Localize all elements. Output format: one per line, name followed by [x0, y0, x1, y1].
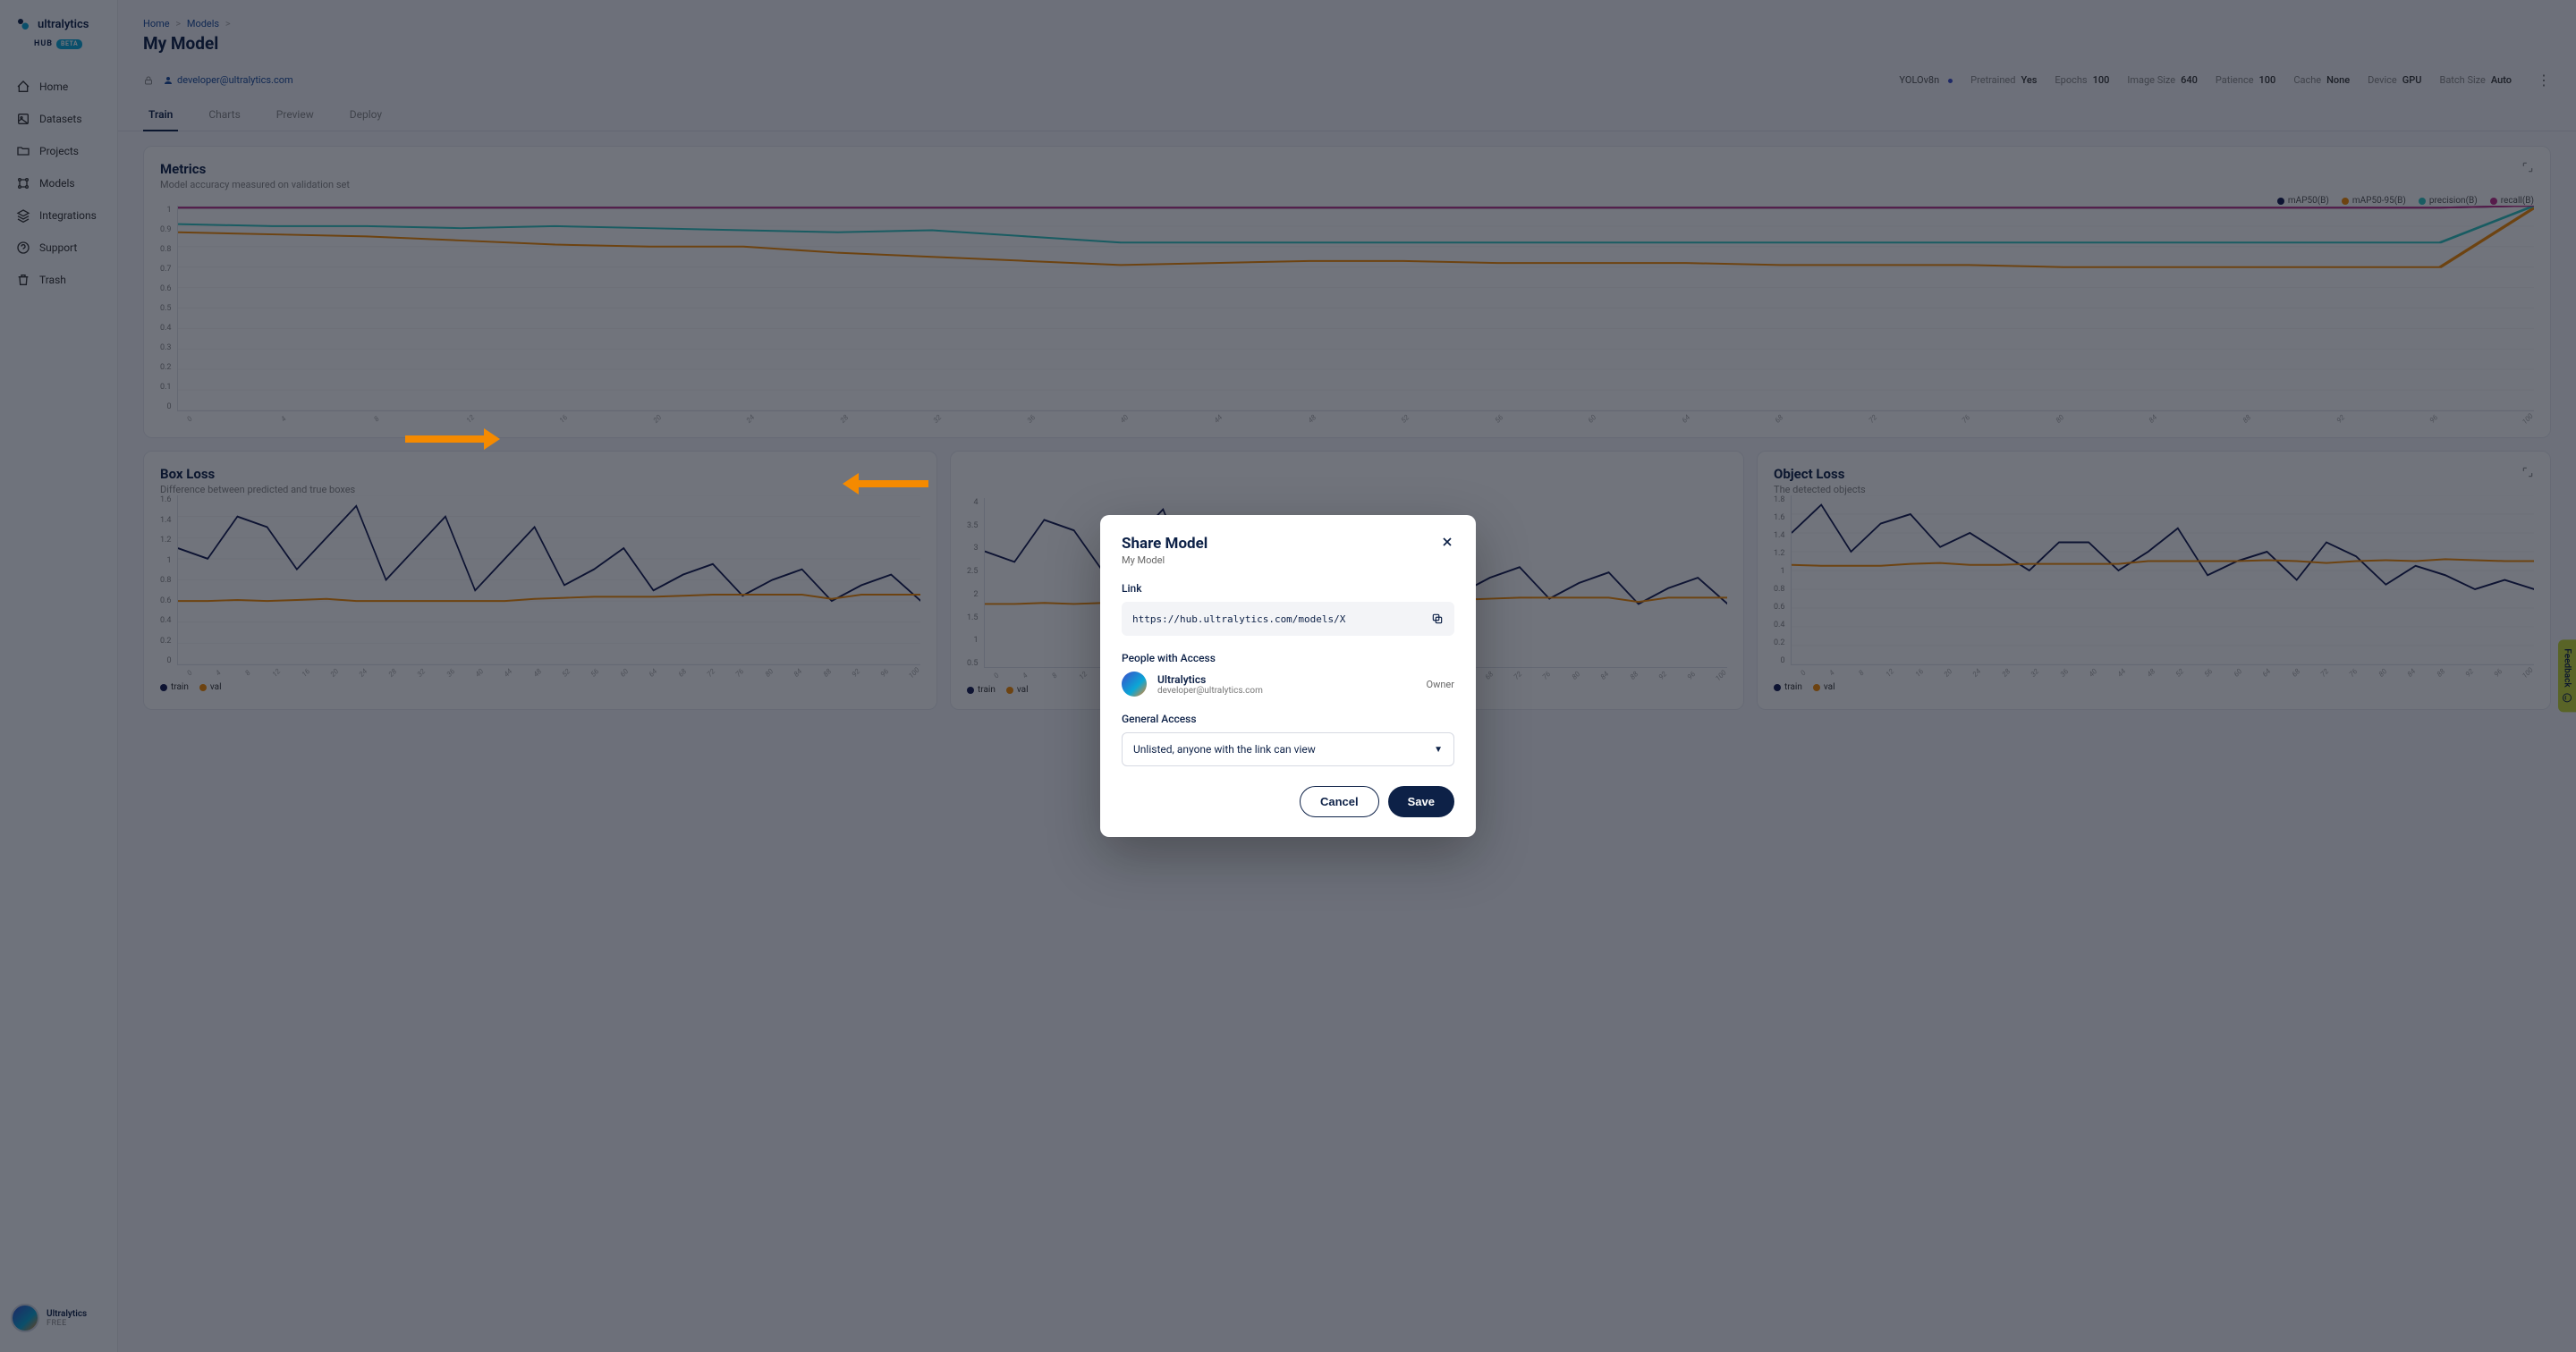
access-selected-text: Unlisted, anyone with the link can view — [1133, 743, 1316, 756]
link-section-label: Link — [1122, 582, 1454, 595]
access-select[interactable]: Unlisted, anyone with the link can view … — [1122, 732, 1454, 766]
person-role: Owner — [1427, 679, 1454, 690]
person-name: Ultralytics — [1157, 673, 1416, 686]
share-link: https://hub.ultralytics.com/models/X — [1132, 613, 1345, 625]
link-box: https://hub.ultralytics.com/models/X — [1122, 602, 1454, 636]
share-modal: Share Model My Model Link https://hub.ul… — [1100, 515, 1476, 837]
chevron-down-icon: ▼ — [1434, 745, 1443, 755]
save-button[interactable]: Save — [1388, 786, 1454, 817]
person-email: developer@ultralytics.com — [1157, 686, 1416, 696]
access-row: Ultralytics developer@ultralytics.com Ow… — [1122, 672, 1454, 697]
modal-overlay[interactable]: Share Model My Model Link https://hub.ul… — [0, 0, 2576, 1352]
copy-icon[interactable] — [1431, 613, 1444, 625]
modal-subtitle: My Model — [1122, 554, 1208, 566]
close-icon[interactable] — [1440, 535, 1454, 549]
people-section-label: People with Access — [1122, 652, 1454, 664]
general-section-label: General Access — [1122, 713, 1454, 725]
person-avatar — [1122, 672, 1147, 697]
modal-title: Share Model — [1122, 535, 1208, 553]
cancel-button[interactable]: Cancel — [1300, 786, 1379, 817]
